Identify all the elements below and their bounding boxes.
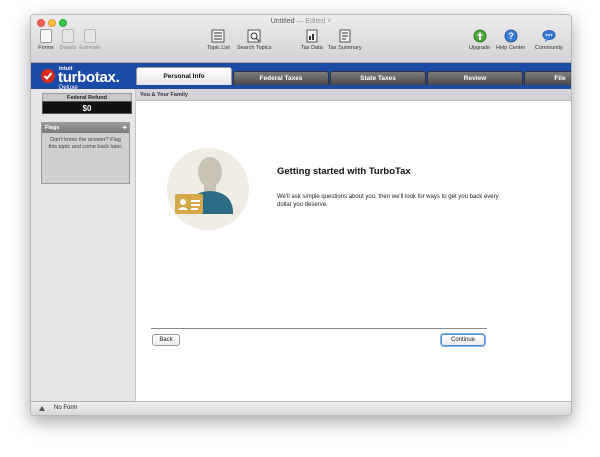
tax-data-button[interactable]: Tax Data: [301, 29, 323, 51]
tab-file[interactable]: File: [524, 71, 571, 85]
status-bar: No Form: [31, 401, 571, 415]
community-button[interactable]: Community: [535, 29, 563, 51]
tab-review[interactable]: Review: [427, 71, 523, 85]
left-sidebar: Federal Refund $0 Flags + Don't know the…: [31, 89, 136, 403]
tax-data-icon: [306, 29, 318, 43]
edited-indicator[interactable]: — Edited ˅: [296, 18, 331, 25]
tax-summary-button[interactable]: Tax Summary: [328, 29, 362, 51]
content-divider: [151, 328, 487, 329]
intro-text: We'll ask simple questions about you, th…: [277, 194, 499, 208]
topic-list-button[interactable]: Topic List: [207, 29, 230, 51]
page-title: Getting started with TurboTax: [277, 166, 411, 177]
tab-personal-info[interactable]: Personal Info: [136, 67, 232, 85]
refund-label: Federal Refund: [42, 93, 132, 101]
tab-state-taxes[interactable]: State Taxes: [330, 71, 426, 85]
help-icon: ?: [504, 29, 518, 43]
title-toolbar: Untitled — Edited ˅ Forms Details Estima…: [31, 15, 571, 63]
breadcrumb: You & Your Family: [136, 89, 571, 101]
community-icon: [542, 30, 556, 42]
flags-help-text: Don't know the answer? Flag this topic a…: [48, 137, 123, 150]
tab-federal-taxes[interactable]: Federal Taxes: [233, 71, 329, 85]
flags-header: Flags +: [42, 123, 129, 133]
forms-button[interactable]: Forms: [35, 28, 57, 51]
continue-button[interactable]: Continue: [441, 334, 485, 346]
back-button[interactable]: Back: [152, 334, 180, 346]
main-tabs: Personal Info Federal Taxes State Taxes …: [136, 67, 571, 85]
user-profile-illustration: [167, 148, 249, 230]
federal-refund-meter: Federal Refund $0: [42, 93, 132, 114]
details-icon: [62, 29, 74, 43]
window-title: Untitled — Edited ˅: [270, 18, 332, 25]
topic-list-icon: [211, 29, 225, 43]
checkmark-logo-icon: [41, 69, 55, 83]
flags-panel: Flags + Don't know the answer? Flag this…: [41, 122, 130, 184]
main-content: Getting started with TurboTax We'll ask …: [137, 102, 571, 403]
tax-summary-icon: [339, 29, 351, 43]
svg-text:?: ?: [508, 31, 514, 41]
search-topics-button[interactable]: Search Topics: [237, 29, 271, 51]
upgrade-button[interactable]: Upgrade: [469, 29, 490, 51]
estimate-button[interactable]: Estimate: [79, 28, 101, 51]
estimate-icon: [84, 29, 96, 43]
details-button[interactable]: Details: [57, 28, 79, 51]
upgrade-icon: [473, 29, 487, 43]
app-window: Untitled — Edited ˅ Forms Details Estima…: [30, 14, 572, 416]
view-segmented-control: Forms Details Estimate: [35, 28, 101, 51]
current-form-label: No Form: [54, 405, 78, 411]
help-center-button[interactable]: ? Help Center: [496, 29, 525, 51]
refund-value: $0: [42, 101, 132, 114]
form-menu-toggle-icon[interactable]: [39, 406, 45, 411]
search-topics-icon: [247, 29, 261, 43]
add-flag-button[interactable]: +: [122, 123, 127, 132]
forms-icon: [40, 29, 52, 43]
